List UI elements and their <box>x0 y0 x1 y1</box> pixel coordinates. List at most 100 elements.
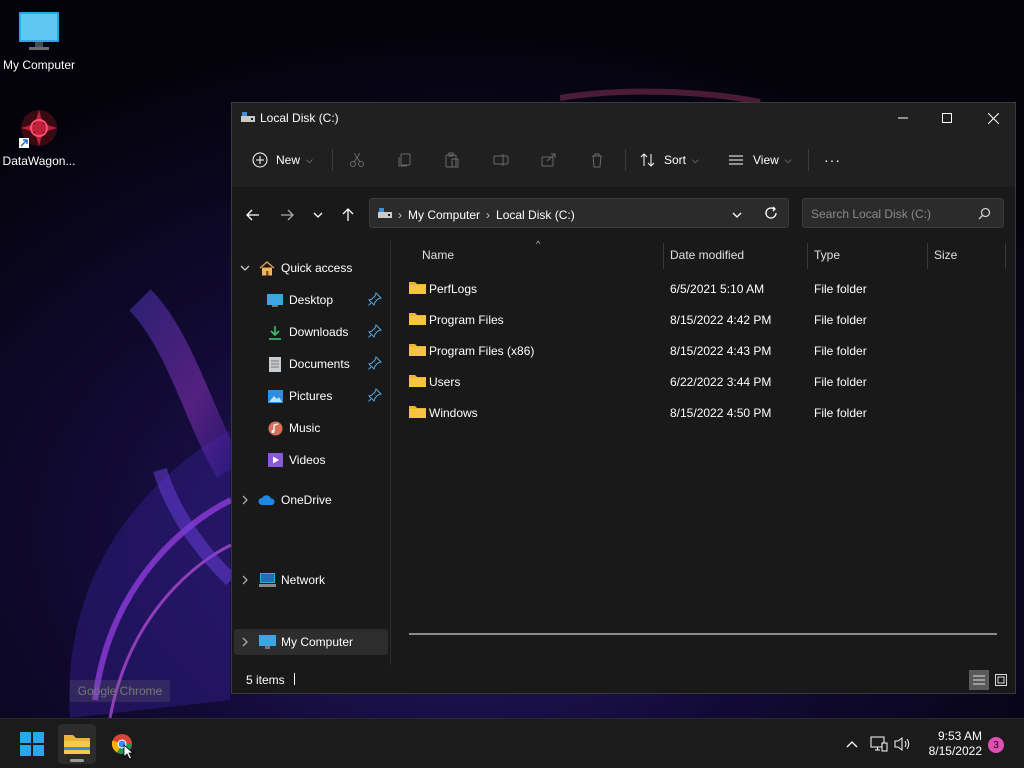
share-icon <box>541 153 556 167</box>
status-divider <box>294 673 295 685</box>
desktop-icon-datawagon[interactable]: DataWagon... <box>0 106 78 168</box>
column-divider[interactable] <box>1005 243 1006 269</box>
active-indicator <box>70 759 84 762</box>
sidebar-item-label: OneDrive <box>281 493 332 507</box>
sidebar-item-quick-access[interactable]: Quick access <box>238 255 392 281</box>
taskbar-google-chrome[interactable] <box>103 724 141 764</box>
taskbar-tooltip: Google Chrome <box>70 680 170 702</box>
desktop-icon-label: My Computer <box>2 58 76 72</box>
table-row[interactable]: Program Files 8/15/2022 4:42 PM File fol… <box>409 306 1007 334</box>
chevron-right-icon <box>238 495 252 505</box>
file-date: 8/15/2022 4:42 PM <box>670 313 772 327</box>
toolbar-divider <box>808 149 809 171</box>
close-button[interactable] <box>970 103 1016 133</box>
delete-button[interactable] <box>589 145 605 175</box>
tiles-view-icon <box>995 674 1007 686</box>
view-button[interactable]: View ⌵ <box>728 145 792 175</box>
drive-icon <box>378 207 392 222</box>
sort-icon <box>640 153 655 167</box>
forward-button[interactable] <box>277 205 297 225</box>
sidebar-item-network[interactable]: Network <box>238 567 392 593</box>
sidebar-item-label: My Computer <box>281 635 354 649</box>
sidebar-item-label: Music <box>289 421 321 435</box>
pin-icon[interactable] <box>368 292 382 309</box>
tiles-view-button[interactable] <box>991 670 1011 690</box>
maximize-button[interactable] <box>924 103 970 133</box>
cut-button[interactable] <box>349 145 365 175</box>
volume-button[interactable] <box>893 733 913 755</box>
chevron-down-icon <box>732 212 742 218</box>
column-header-label: Date modified <box>670 248 745 262</box>
details-view-icon <box>973 675 985 685</box>
sort-button[interactable]: Sort ⌵ <box>640 145 699 175</box>
column-header-label: Type <box>814 248 841 262</box>
copy-button[interactable] <box>397 145 413 175</box>
table-row[interactable]: PerfLogs 6/5/2021 5:10 AM File folder <box>409 275 1007 303</box>
address-dropdown-button[interactable] <box>732 208 742 222</box>
column-divider[interactable] <box>927 243 928 269</box>
show-hidden-icons-button[interactable] <box>842 733 862 755</box>
chevron-down-icon: ⌵ <box>692 154 699 165</box>
file-date: 6/22/2022 3:44 PM <box>670 375 772 389</box>
breadcrumb-my-computer[interactable]: My Computer <box>408 208 480 222</box>
refresh-button[interactable] <box>764 206 778 223</box>
share-button[interactable] <box>541 145 557 175</box>
new-button[interactable]: New ⌵ <box>252 145 313 175</box>
taskbar-file-explorer[interactable] <box>58 724 96 764</box>
search-icon <box>978 207 991 223</box>
notification-badge[interactable]: 3 <box>988 737 1004 753</box>
minimize-button[interactable] <box>880 103 926 133</box>
plus-circle-icon <box>252 152 268 168</box>
file-name: Users <box>429 375 461 389</box>
table-row[interactable]: Users 6/22/2022 3:44 PM File folder <box>409 368 1007 396</box>
sidebar-item-desktop[interactable]: Desktop <box>266 287 388 313</box>
sidebar-item-onedrive[interactable]: OneDrive <box>238 487 392 513</box>
sidebar-item-my-computer-row[interactable]: My Computer <box>234 629 388 655</box>
network-status-button[interactable] <box>869 733 889 755</box>
file-list: Name ^ Date modified Type Size PerfLogs … <box>391 239 1015 665</box>
recent-locations-button[interactable] <box>308 205 328 225</box>
status-bar: 5 items <box>232 665 1015 693</box>
column-header-name[interactable]: Name <box>422 241 454 269</box>
pin-icon[interactable] <box>368 356 382 373</box>
pin-icon[interactable] <box>368 324 382 341</box>
file-date: 8/15/2022 4:50 PM <box>670 406 772 420</box>
horizontal-scrollbar[interactable] <box>409 633 997 635</box>
sidebar-item-documents[interactable]: Documents <box>266 351 388 377</box>
chevron-up-icon <box>846 741 858 748</box>
sidebar-item-videos[interactable]: Videos <box>266 447 388 473</box>
column-header-size[interactable]: Size <box>934 241 957 269</box>
pin-icon[interactable] <box>368 388 382 405</box>
paste-button[interactable] <box>444 145 460 175</box>
back-button[interactable] <box>243 205 263 225</box>
file-name: PerfLogs <box>429 282 478 296</box>
new-label: New <box>276 153 301 167</box>
table-row[interactable]: Program Files (x86) 8/15/2022 4:43 PM Fi… <box>409 337 1007 365</box>
rename-button[interactable] <box>493 145 509 175</box>
document-icon <box>266 356 284 372</box>
system-clock[interactable]: 9:53 AM 8/15/2022 <box>918 729 982 759</box>
sidebar-item-music[interactable]: Music <box>266 415 388 441</box>
item-count: 5 items <box>246 673 285 687</box>
column-header-date-modified[interactable]: Date modified <box>670 241 744 269</box>
address-bar[interactable]: › My Computer › Local Disk (C:) <box>369 198 789 228</box>
sidebar-item-pictures[interactable]: Pictures <box>266 383 388 409</box>
sidebar-item-downloads[interactable]: Downloads <box>266 319 388 345</box>
column-header-type[interactable]: Type <box>814 241 840 269</box>
breadcrumb-local-disk[interactable]: Local Disk (C:) <box>496 208 575 222</box>
window-title: Local Disk (C:) <box>260 111 339 125</box>
folder-icon <box>409 312 426 328</box>
column-divider[interactable] <box>663 243 664 269</box>
scissors-icon <box>350 152 364 167</box>
start-button[interactable] <box>13 724 51 764</box>
more-options-button[interactable]: ··· <box>824 145 841 175</box>
details-view-button[interactable] <box>969 670 989 690</box>
up-button[interactable] <box>338 205 358 225</box>
column-divider[interactable] <box>807 243 808 269</box>
table-row[interactable]: Windows 8/15/2022 4:50 PM File folder <box>409 399 1007 427</box>
file-type: File folder <box>814 313 867 327</box>
search-box[interactable]: Search Local Disk (C:) <box>802 198 1004 228</box>
desktop-icon-my-computer[interactable]: My Computer <box>0 10 78 72</box>
arrow-right-icon <box>281 209 294 221</box>
title-bar[interactable]: Local Disk (C:) <box>232 103 1015 133</box>
